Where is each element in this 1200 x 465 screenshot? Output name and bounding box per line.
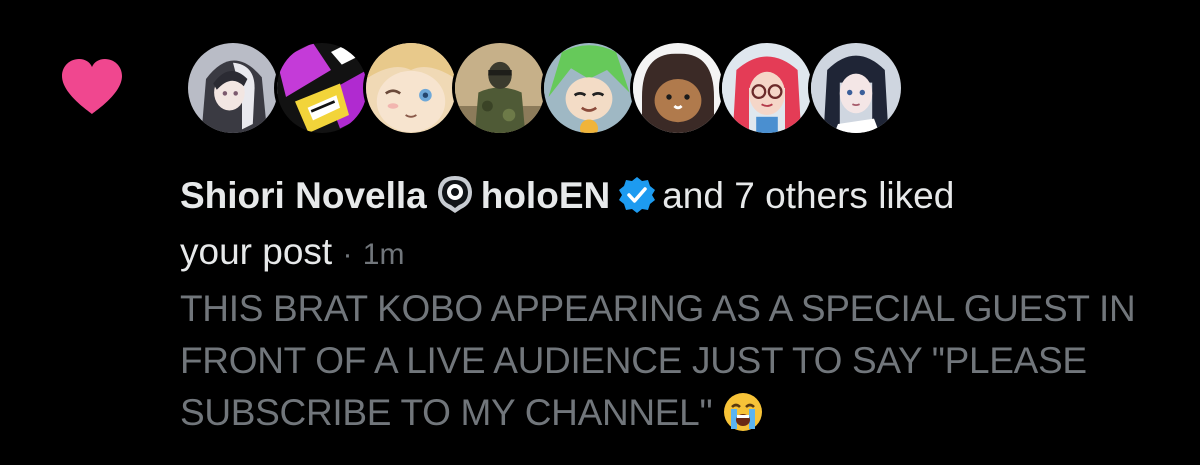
- avatar-row: [185, 38, 904, 138]
- like-notification[interactable]: Shiori Novella holoEN and 7 others liked…: [0, 0, 1200, 465]
- avatar[interactable]: [185, 40, 281, 136]
- crying-face-emoji: [724, 393, 763, 431]
- heart-icon: [62, 59, 122, 114]
- avatar[interactable]: [630, 40, 726, 136]
- timestamp: 1m: [362, 238, 405, 271]
- post-text: THIS BRAT KOBO APPEARING AS A SPECIAL GU…: [180, 288, 1136, 433]
- avatar[interactable]: [808, 40, 904, 136]
- verified-badge-icon: [619, 177, 656, 213]
- user-name[interactable]: Shiori Novella: [180, 175, 427, 216]
- time-separator: ·: [342, 238, 353, 271]
- your-post-text: your post: [180, 231, 333, 272]
- eye-badge-icon: [437, 176, 472, 213]
- avatar[interactable]: [452, 40, 548, 136]
- avatar[interactable]: [363, 40, 459, 136]
- notification-content: Shiori Novella holoEN and 7 others liked…: [180, 168, 1170, 439]
- others-text: and 7 others liked: [662, 175, 955, 216]
- user-name[interactable]: holoEN: [481, 175, 610, 216]
- post-preview[interactable]: THIS BRAT KOBO APPEARING AS A SPECIAL GU…: [180, 283, 1170, 439]
- avatar[interactable]: [719, 40, 815, 136]
- avatar[interactable]: [274, 40, 370, 136]
- avatar[interactable]: [541, 40, 637, 136]
- liked-by-line: Shiori Novella holoEN and 7 others liked…: [180, 168, 1170, 283]
